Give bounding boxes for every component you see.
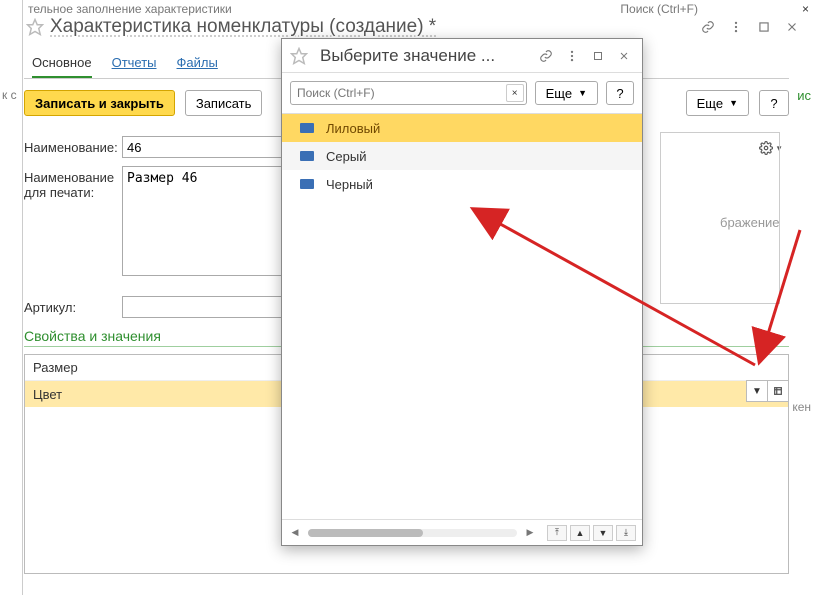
close-icon[interactable] bbox=[781, 16, 803, 38]
bg-fragment-green: ис bbox=[797, 88, 811, 103]
value-dropdown-button[interactable]: ▼ bbox=[746, 380, 768, 402]
save-button[interactable]: Записать bbox=[185, 90, 263, 116]
print-name-label: Наименование для печати: bbox=[24, 166, 122, 200]
popup-more-button[interactable]: Еще▼ bbox=[535, 81, 598, 105]
maximize-icon[interactable] bbox=[753, 16, 775, 38]
popup-item-label: Черный bbox=[326, 177, 373, 192]
image-placeholder-box bbox=[660, 132, 780, 304]
popup-search-clear-icon[interactable]: × bbox=[506, 84, 524, 102]
bg-fragment-1: тельное заполнение характеристики bbox=[28, 2, 232, 16]
list-bullet-icon bbox=[300, 123, 314, 133]
section-properties-title: Свойства и значения bbox=[24, 328, 161, 344]
bg-fragment-gray: кен bbox=[792, 400, 811, 414]
scroll-left-icon[interactable]: ◀ bbox=[288, 526, 302, 540]
kebab-menu-icon[interactable] bbox=[725, 16, 747, 38]
tab-main[interactable]: Основное bbox=[32, 55, 92, 78]
popup-item-black[interactable]: Черный bbox=[282, 170, 642, 198]
popup-item-label: Лиловый bbox=[326, 121, 380, 136]
popup-link-icon[interactable] bbox=[536, 46, 556, 66]
left-border bbox=[22, 0, 23, 595]
help-button[interactable]: ? bbox=[759, 90, 789, 116]
popup-favorite-star-icon[interactable] bbox=[290, 47, 308, 65]
popup-search-input[interactable] bbox=[290, 81, 527, 105]
sku-label: Артикул: bbox=[24, 296, 122, 315]
nav-first-icon[interactable]: ⤒ bbox=[547, 525, 567, 541]
popup-title: Выберите значение ... bbox=[320, 46, 495, 66]
chevron-down-icon: ▼ bbox=[578, 88, 587, 98]
nav-down-icon[interactable]: ▼ bbox=[593, 525, 613, 541]
popup-maximize-icon[interactable] bbox=[588, 46, 608, 66]
window-title: Характеристика номенклатуры (создание) * bbox=[50, 16, 436, 38]
chevron-down-icon: ▼ bbox=[729, 98, 738, 108]
popup-item-label: Серый bbox=[326, 149, 366, 164]
link-icon[interactable] bbox=[697, 16, 719, 38]
tab-files[interactable]: Файлы bbox=[177, 55, 218, 78]
value-open-button[interactable] bbox=[767, 380, 789, 402]
list-bullet-icon bbox=[300, 151, 314, 161]
scroll-thumb[interactable] bbox=[308, 529, 423, 537]
name-label: Наименование: bbox=[24, 136, 122, 155]
popup-item-lilac[interactable]: Лиловый bbox=[282, 114, 642, 142]
save-and-close-button[interactable]: Записать и закрыть bbox=[24, 90, 175, 116]
tab-reports[interactable]: Отчеты bbox=[112, 55, 157, 78]
select-value-popup: Выберите значение ... × Еще▼ ? Лиловый С… bbox=[281, 38, 643, 546]
bg-fragment-search: Поиск (Ctrl+F) bbox=[620, 2, 698, 16]
bg-fragment-2: к с bbox=[2, 88, 17, 102]
popup-kebab-icon[interactable] bbox=[562, 46, 582, 66]
scroll-right-icon[interactable]: ▶ bbox=[523, 526, 537, 540]
favorite-star-icon[interactable] bbox=[26, 18, 44, 36]
nav-last-icon[interactable]: ⤓ bbox=[616, 525, 636, 541]
list-bullet-icon bbox=[300, 179, 314, 189]
bg-fragment-x: × bbox=[802, 2, 809, 16]
nav-up-icon[interactable]: ▲ bbox=[570, 525, 590, 541]
scroll-track[interactable] bbox=[308, 529, 517, 537]
popup-help-button[interactable]: ? bbox=[606, 81, 634, 105]
popup-close-icon[interactable] bbox=[614, 46, 634, 66]
popup-item-gray[interactable]: Серый bbox=[282, 142, 642, 170]
more-button[interactable]: Еще▼ bbox=[686, 90, 749, 116]
